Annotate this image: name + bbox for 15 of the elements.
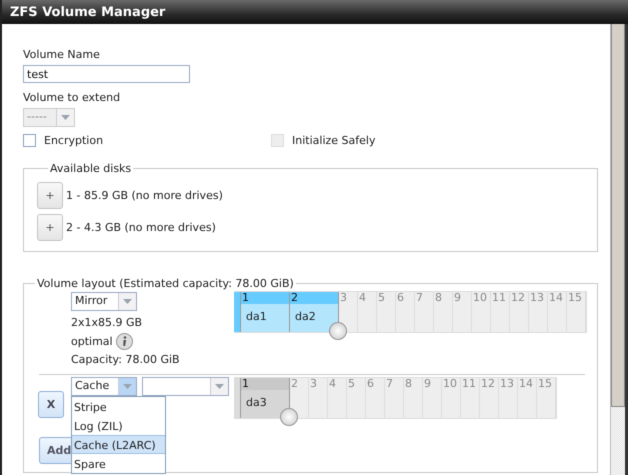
- disk-label: 1 - 85.9 GB (no more drives): [66, 189, 223, 202]
- vdev-summary: 2x1x85.9 GB: [71, 316, 144, 329]
- field-label: Volume Name: [23, 48, 101, 61]
- slot-number: 2: [290, 292, 338, 304]
- vdev-capacity: Capacity: 78.00 GiB: [71, 353, 181, 366]
- disk-label: 2 - 4.3 GB (no more drives): [66, 221, 216, 234]
- window-title: ZFS Volume Manager: [2, 0, 628, 24]
- panel-legend: Volume layout (Estimated capacity: 78.00 GiB): [35, 277, 296, 290]
- slot-number: 1: [241, 378, 289, 390]
- field-label: Volume to extend: [23, 91, 122, 104]
- slot-number: 1: [241, 292, 289, 304]
- checkbox-label: Encryption: [44, 134, 104, 147]
- panel-legend: Available disks: [48, 162, 134, 175]
- checkbox-label: Initialize Safely: [292, 134, 376, 147]
- vdev-status: optimal: [71, 335, 113, 348]
